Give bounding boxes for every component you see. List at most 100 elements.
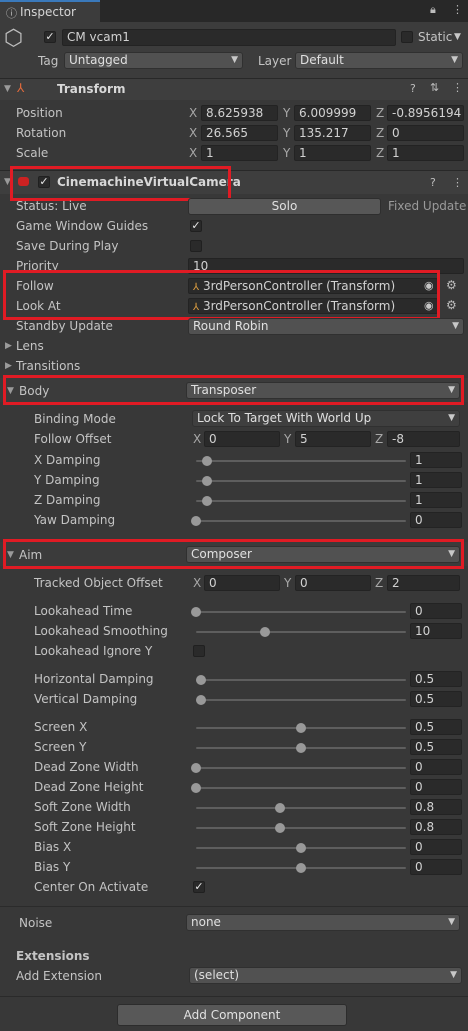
object-picker-icon[interactable]: ◉: [424, 279, 434, 292]
foldout-collapsed-icon[interactable]: ▶: [5, 341, 12, 351]
static-checkbox[interactable]: [401, 31, 413, 43]
slider-track[interactable]: [196, 460, 406, 462]
component-menu-icon[interactable]: ⋮: [452, 176, 463, 189]
follow-field[interactable]: ⅄ 3rdPersonController (Transform): [188, 278, 438, 294]
slider-track[interactable]: [196, 520, 406, 522]
static-label[interactable]: Static: [418, 30, 452, 44]
slider-value-field[interactable]: 0.5: [410, 691, 462, 707]
standby-update-dropdown[interactable]: Round Robin ▼: [188, 318, 464, 335]
slider-track[interactable]: [196, 827, 406, 829]
binding-mode-dropdown[interactable]: Lock To Target With World Up ▼: [192, 410, 460, 427]
slider-value-field[interactable]: 1: [410, 472, 462, 488]
slider-handle[interactable]: [201, 476, 212, 486]
slider-track[interactable]: [196, 767, 406, 769]
slider-track[interactable]: [196, 679, 406, 681]
gear-icon[interactable]: ⚙: [446, 298, 457, 312]
priority-field[interactable]: 10: [188, 258, 464, 274]
slider-value-field[interactable]: 0: [410, 779, 462, 795]
foldout-expanded-icon[interactable]: ▼: [4, 177, 11, 187]
body-dropdown[interactable]: Transposer ▼: [186, 382, 460, 399]
center-on-activate-checkbox[interactable]: ✓: [193, 881, 205, 893]
slider-handle[interactable]: [275, 803, 285, 813]
solo-button[interactable]: Solo: [188, 198, 381, 215]
slider-value-field[interactable]: 0: [410, 839, 462, 855]
slider-track[interactable]: [196, 807, 406, 809]
lookahead-ignore-y-checkbox[interactable]: [193, 645, 205, 657]
slider-value-field[interactable]: 0: [410, 512, 462, 528]
position-y-field[interactable]: 6.009999: [294, 105, 371, 121]
follow-offset-x-field[interactable]: 0: [204, 431, 280, 447]
follow-offset-z-field[interactable]: -8: [387, 431, 460, 447]
menu-icon[interactable]: ⋮: [452, 3, 463, 16]
scale-y-field[interactable]: 1: [294, 145, 371, 161]
slider-handle[interactable]: [201, 456, 212, 466]
aim-dropdown[interactable]: Composer ▼: [186, 546, 460, 563]
preset-icon[interactable]: ⇅: [430, 81, 439, 94]
slider-track[interactable]: [196, 699, 406, 701]
add-extension-dropdown[interactable]: (select) ▼: [189, 967, 462, 984]
tracked-offset-y-field[interactable]: 0: [295, 575, 371, 591]
slider-value-field[interactable]: 0.8: [410, 819, 462, 835]
slider-value-field[interactable]: 0: [410, 759, 462, 775]
slider-value-field[interactable]: 10: [410, 623, 462, 639]
rotation-y-field[interactable]: 135.217: [294, 125, 371, 141]
slider-value-field[interactable]: 0.8: [410, 799, 462, 815]
slider-handle[interactable]: [191, 516, 201, 526]
lock-icon[interactable]: 🔒︎: [430, 3, 436, 17]
slider-value-field[interactable]: 1: [410, 452, 462, 468]
slider-handle[interactable]: [296, 743, 306, 753]
game-window-guides-checkbox[interactable]: ✓: [190, 220, 202, 232]
slider-handle[interactable]: [201, 496, 212, 506]
slider-handle[interactable]: [275, 823, 285, 833]
scale-x-field[interactable]: 1: [201, 145, 278, 161]
slider-handle[interactable]: [191, 763, 201, 773]
tracked-offset-x-field[interactable]: 0: [204, 575, 280, 591]
vcam-enabled-checkbox[interactable]: ✓: [38, 176, 50, 188]
slider-handle[interactable]: [196, 695, 207, 705]
foldout-expanded-icon[interactable]: ▼: [7, 550, 14, 560]
rotation-z-field[interactable]: 0: [387, 125, 464, 141]
foldout-collapsed-icon[interactable]: ▶: [5, 361, 12, 371]
lens-label[interactable]: Lens: [16, 339, 44, 353]
help-icon[interactable]: ?: [430, 176, 436, 189]
transitions-label[interactable]: Transitions: [16, 359, 80, 373]
slider-handle[interactable]: [296, 863, 306, 873]
slider-value-field[interactable]: 0.5: [410, 739, 462, 755]
noise-dropdown[interactable]: none ▼: [186, 914, 460, 931]
object-name-input[interactable]: CM vcam1: [62, 29, 396, 46]
help-icon[interactable]: ?: [410, 82, 416, 95]
slider-track[interactable]: [196, 631, 406, 633]
tag-dropdown[interactable]: Untagged ▼: [64, 52, 243, 69]
follow-offset-y-field[interactable]: 5: [295, 431, 371, 447]
slider-handle[interactable]: [196, 675, 207, 685]
slider-handle[interactable]: [296, 723, 306, 733]
gear-icon[interactable]: ⚙: [446, 278, 457, 292]
component-menu-icon[interactable]: ⋮: [452, 81, 463, 94]
position-z-field[interactable]: -0.8956194: [387, 105, 464, 121]
slider-handle[interactable]: [296, 843, 306, 853]
slider-value-field[interactable]: 0.5: [410, 671, 462, 687]
rotation-x-field[interactable]: 26.565: [201, 125, 278, 141]
slider-value-field[interactable]: 1: [410, 492, 462, 508]
foldout-expanded-icon[interactable]: ▼: [7, 386, 14, 396]
slider-value-field[interactable]: 0: [410, 859, 462, 875]
slider-value-field[interactable]: 0: [410, 603, 462, 619]
slider-handle[interactable]: [260, 627, 271, 637]
tab-inspector[interactable]: ⓘ Inspector: [0, 0, 100, 22]
slider-handle[interactable]: [191, 607, 201, 617]
slider-track[interactable]: [196, 480, 406, 482]
foldout-expanded-icon[interactable]: ▼: [4, 84, 11, 94]
static-dropdown-icon[interactable]: ▼: [454, 32, 461, 42]
slider-handle[interactable]: [191, 783, 201, 793]
add-component-button[interactable]: Add Component: [117, 1004, 347, 1026]
slider-track[interactable]: [196, 611, 406, 613]
position-x-field[interactable]: 8.625938: [201, 105, 278, 121]
slider-value-field[interactable]: 0.5: [410, 719, 462, 735]
layer-dropdown[interactable]: Default ▼: [295, 52, 463, 69]
scale-z-field[interactable]: 1: [387, 145, 464, 161]
look-at-field[interactable]: ⅄ 3rdPersonController (Transform): [188, 298, 438, 314]
object-picker-icon[interactable]: ◉: [424, 299, 434, 312]
save-during-play-checkbox[interactable]: [190, 240, 202, 252]
tracked-offset-z-field[interactable]: 2: [387, 575, 460, 591]
active-checkbox[interactable]: ✓: [44, 31, 56, 43]
